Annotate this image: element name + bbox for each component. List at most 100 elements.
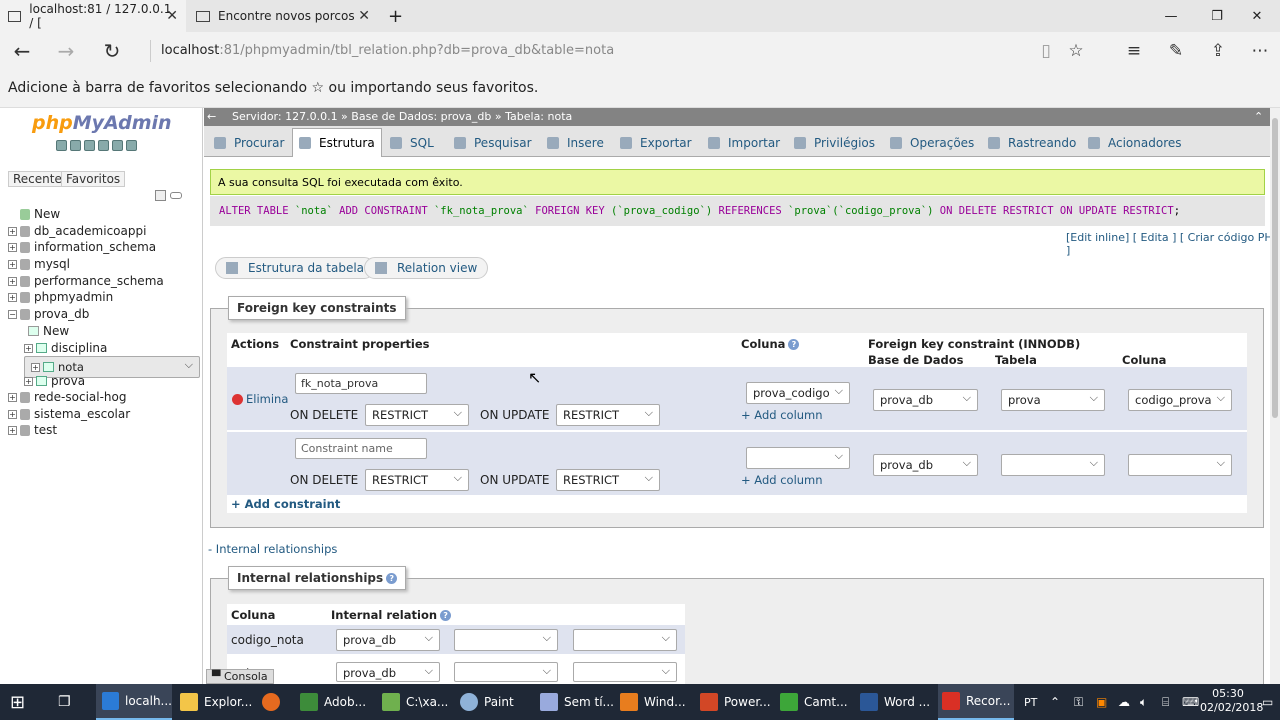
favorite-star-icon[interactable]: ☆	[1056, 32, 1096, 70]
collapse-nav-icon[interactable]: ←	[207, 108, 216, 126]
taskbar-powerpoint[interactable]: Power...	[700, 684, 771, 720]
column-select[interactable]	[746, 447, 850, 469]
breadcrumb-server[interactable]: Servidor: 127.0.0.1 »	[232, 110, 348, 123]
taskbar-camtasia[interactable]: Camt...	[780, 684, 848, 720]
help-icon[interactable]: ?	[386, 573, 398, 584]
tab-importar[interactable]: Importar	[702, 128, 786, 157]
tab-rastreando[interactable]: Rastreando	[982, 128, 1082, 157]
internal-db-select[interactable]: prova_db	[336, 629, 440, 651]
tree-item-db[interactable]: + information_schema	[8, 239, 156, 255]
share-icon[interactable]: ⇪	[1198, 32, 1238, 70]
ref-db-select[interactable]: prova_db	[873, 454, 978, 476]
breadcrumb-db[interactable]: Base de Dados: prova_db »	[351, 110, 501, 123]
sql-links[interactable]: [Edit inline] [ Edita ] [ Criar código P…	[1066, 231, 1280, 257]
docs-icon[interactable]	[98, 140, 109, 151]
taskbar-paint[interactable]: Paint	[460, 684, 514, 720]
internal-table-select[interactable]	[454, 662, 558, 682]
refresh-icon[interactable]: ↻	[92, 32, 132, 70]
add-column-link[interactable]: + Add column	[741, 473, 823, 487]
tab-insere[interactable]: Insere	[541, 128, 610, 157]
tree-item-table[interactable]: + prova	[24, 373, 85, 389]
tab-privilegios[interactable]: Privilégios	[788, 128, 881, 157]
ref-column-select[interactable]	[1128, 454, 1232, 476]
taskbar-media[interactable]: Wind...	[620, 684, 686, 720]
task-view-icon[interactable]: ❐	[58, 684, 71, 720]
tree-item-db[interactable]: + phpmyadmin	[8, 289, 113, 305]
home-icon[interactable]	[56, 140, 67, 151]
internal-column-select[interactable]	[573, 629, 677, 651]
keyboard-icon[interactable]: ⌨	[1182, 684, 1199, 720]
help-icon[interactable]: ?	[440, 610, 452, 621]
volume-icon[interactable]: 🔈︎	[1140, 684, 1147, 720]
constraint-name-input[interactable]: fk_nota_prova	[295, 373, 427, 394]
tab-estrutura[interactable]: Estrutura	[292, 128, 382, 157]
tree-item-prova-db[interactable]: − prova_db	[8, 306, 89, 322]
tab-exportar[interactable]: Exportar	[614, 128, 698, 157]
tree-item-db[interactable]: + rede-social-hog	[8, 389, 127, 405]
on-update-select[interactable]: RESTRICT	[556, 404, 660, 426]
phpmyadmin-logo[interactable]: phpMyAdmin	[32, 112, 172, 134]
taskbar-dreamweaver[interactable]: Adob...	[300, 684, 366, 720]
url-field[interactable]: localhost:81/phpmyadmin/tbl_relation.php…	[150, 40, 1060, 62]
internal-table-select[interactable]	[454, 629, 558, 651]
column-select[interactable]: prova_codigo	[746, 382, 850, 404]
ref-table-select[interactable]: prova	[1001, 389, 1105, 411]
tray-app-icon[interactable]: ▣	[1096, 684, 1107, 720]
breadcrumb-table[interactable]: Tabela: nota	[505, 110, 572, 123]
forward-icon[interactable]: →	[46, 32, 86, 70]
new-tab-button[interactable]: +	[380, 0, 404, 32]
tab-recent[interactable]: Recente	[8, 171, 67, 187]
tab-favorites[interactable]: Favoritos	[61, 171, 126, 187]
scrollbar[interactable]	[1270, 108, 1280, 684]
minimize-button[interactable]: —	[1148, 0, 1194, 32]
settings-icon[interactable]	[112, 140, 123, 151]
ref-db-select[interactable]: prova_db	[873, 389, 978, 411]
close-window-button[interactable]: ✕	[1234, 0, 1280, 32]
taskbar-explorer[interactable]: Explor...	[180, 684, 252, 720]
exit-icon[interactable]	[70, 140, 81, 151]
network-icon[interactable]: ⌸	[1162, 684, 1169, 720]
help-icon[interactable]	[84, 140, 95, 151]
tab-acionadores[interactable]: Acionadores	[1082, 128, 1188, 157]
close-tab-icon[interactable]: ✕	[166, 8, 178, 24]
taskbar-recorder[interactable]: Recor...	[938, 684, 1014, 720]
constraint-name-input[interactable]: Constraint name	[295, 438, 427, 459]
ref-table-select[interactable]	[1001, 454, 1105, 476]
taskbar-edge[interactable]: localh...	[96, 684, 172, 720]
internal-relationships-toggle[interactable]: - Internal relationships	[208, 542, 337, 556]
internal-column-select[interactable]	[573, 662, 677, 682]
tree-item-table[interactable]: + disciplina	[24, 340, 107, 356]
collapse-top-icon[interactable]: ⌃	[1254, 108, 1263, 126]
language-indicator[interactable]: PT	[1024, 684, 1037, 720]
tree-item-db[interactable]: + db_academicoappi	[8, 223, 146, 239]
tree-item-db[interactable]: + sistema_escolar	[8, 406, 130, 422]
ref-column-select[interactable]: codigo_prova	[1128, 389, 1232, 411]
tree-item-db[interactable]: + mysql	[8, 256, 70, 272]
start-button[interactable]: ⊞	[10, 684, 25, 720]
back-icon[interactable]: ←	[2, 32, 42, 70]
taskbar-word[interactable]: Word ...	[860, 684, 930, 720]
browser-tab-phpmyadmin[interactable]: localhost:81 / 127.0.0.1 / [ ✕	[0, 0, 186, 32]
on-update-select[interactable]: RESTRICT	[556, 469, 660, 491]
reload-icon[interactable]	[126, 140, 137, 151]
clock[interactable]: 05:30 02/02/2018	[1200, 687, 1263, 715]
notifications-icon[interactable]: ▭	[1262, 684, 1273, 720]
on-delete-select[interactable]: RESTRICT	[365, 469, 469, 491]
taskbar-untitled[interactable]: Sem tí...	[540, 684, 614, 720]
table-structure-button[interactable]: Estrutura da tabela	[215, 257, 376, 279]
more-icon[interactable]: ⋯	[1240, 32, 1280, 70]
internal-db-select[interactable]: prova_db	[336, 662, 440, 682]
hub-icon[interactable]: ≡	[1114, 32, 1154, 70]
tray-chevron-icon[interactable]: ⌃	[1050, 684, 1060, 720]
relation-view-button[interactable]: Relation view	[364, 257, 489, 279]
collapse-all-icon[interactable]	[155, 190, 166, 201]
tab-procurar[interactable]: Procurar	[208, 128, 290, 157]
on-delete-select[interactable]: RESTRICT	[365, 404, 469, 426]
tab-operacoes[interactable]: Operações	[884, 128, 980, 157]
tab-sql[interactable]: SQL	[384, 128, 440, 157]
delete-constraint-link[interactable]: Elimina	[232, 392, 288, 406]
console-toggle[interactable]: ▀ Consola	[206, 669, 274, 684]
tree-item-new[interactable]: New	[8, 206, 60, 222]
tree-item-db[interactable]: + performance_schema	[8, 273, 164, 289]
web-note-icon[interactable]: ✎	[1156, 32, 1196, 70]
